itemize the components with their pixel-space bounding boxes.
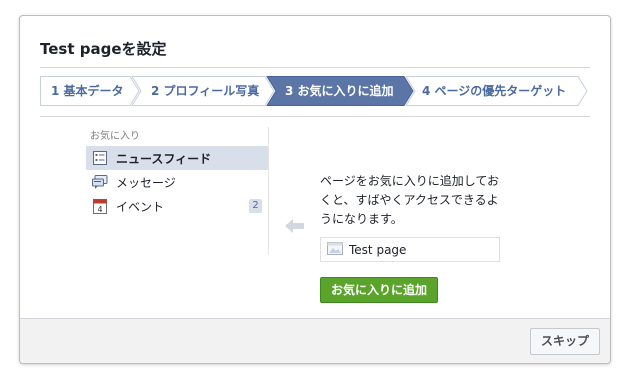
messages-icon	[92, 174, 108, 190]
steps-divider	[40, 116, 590, 117]
add-favorite-description: ページをお気に入りに追加しておくと、すばやくアクセスできるようになります。	[320, 174, 500, 226]
news-feed-icon	[92, 150, 108, 166]
step-3-active[interactable]: 3 お気に入りに追加	[285, 76, 394, 106]
favorites-item-messages[interactable]: メッセージ	[86, 170, 268, 194]
arrow-left-icon	[285, 219, 304, 233]
events-count-badge: 2	[249, 199, 262, 213]
panel-divider	[268, 127, 269, 255]
favorites-item-news-feed: ニュースフィード	[86, 146, 268, 170]
favorites-item-label: イベント	[116, 199, 165, 214]
page-preview: Test page	[320, 237, 500, 262]
setup-dialog: Test pageを設定 1 基本データ 2 プロフィール写真 3 お気に入りに…	[19, 15, 611, 364]
favorites-header: お気に入り	[90, 131, 140, 142]
page-thumbnail-icon	[327, 240, 343, 259]
calendar-day-number: 4	[97, 205, 102, 214]
dialog-title: Test pageを設定	[40, 40, 167, 58]
favorites-item-label: ニュースフィード	[116, 151, 212, 166]
step-1[interactable]: 1 基本データ	[51, 76, 124, 106]
favorites-list: ニュースフィード メッセージ 4 イベント 2	[86, 146, 268, 218]
step-progress-bar: 1 基本データ 2 プロフィール写真 3 お気に入りに追加 4 ページの優先ター…	[40, 76, 588, 106]
step-2[interactable]: 2 プロフィール写真	[151, 76, 259, 106]
skip-button[interactable]: スキップ	[530, 328, 600, 355]
favorites-item-events[interactable]: 4 イベント 2	[86, 194, 268, 218]
step-4[interactable]: 4 ページの優先ターゲット	[422, 76, 566, 106]
page-name: Test page	[349, 242, 407, 257]
calendar-icon: 4	[92, 198, 108, 214]
add-to-favorites-button[interactable]: お気に入りに追加	[320, 277, 438, 303]
favorites-item-label: メッセージ	[116, 175, 176, 190]
title-divider	[40, 67, 590, 68]
dialog-footer: スキップ	[20, 318, 610, 363]
